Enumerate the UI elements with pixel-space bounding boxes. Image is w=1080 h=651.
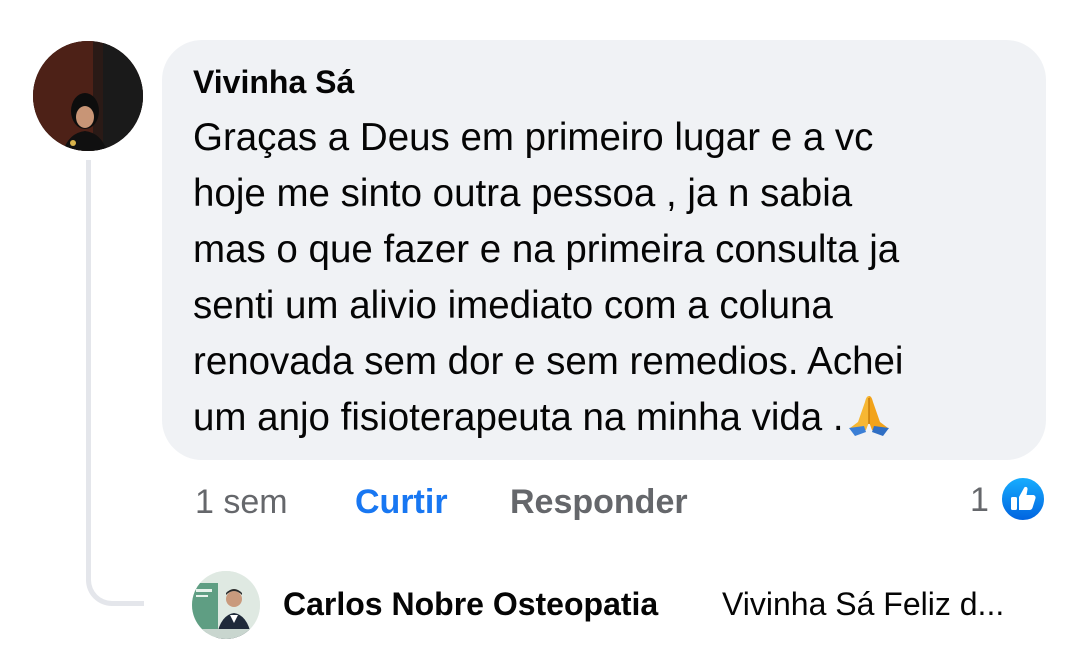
like-button[interactable]: Curtir	[355, 480, 448, 524]
folded-hands-icon	[846, 392, 892, 452]
comment-text-line: senti um alivio imediato com a coluna	[193, 284, 833, 327]
comment-text-line: um anjo fisioterapeuta na minha vida .	[193, 396, 844, 439]
comment-text-line: renovada sem dor e sem remedios. Achei	[193, 340, 904, 383]
avatar-photo	[33, 41, 143, 151]
comment-text-last-line: um anjo fisioterapeuta na minha vida .	[193, 390, 1023, 452]
reply-button[interactable]: Responder	[510, 480, 688, 524]
reply-avatar-photo	[192, 571, 260, 639]
reply-author-name[interactable]: Carlos Nobre Osteopatia	[283, 584, 658, 624]
comment-text-line: Graças a Deus em primeiro lugar e a vc	[193, 116, 874, 159]
comment-text-line: mas o que fazer e na primeira consulta j…	[193, 228, 900, 271]
avatar[interactable]	[33, 41, 143, 151]
comment-timestamp[interactable]: 1 sem	[195, 480, 288, 524]
reply-avatar[interactable]	[192, 571, 260, 639]
thread-connector-line	[86, 160, 144, 606]
like-thumb-icon[interactable]	[1000, 476, 1046, 522]
comment-author-name[interactable]: Vivinha Sá	[193, 62, 354, 102]
reply-preview-text[interactable]: Vivinha Sá Feliz d...	[722, 584, 1004, 624]
comment-text-line: hoje me sinto outra pessoa , ja n sabia	[193, 172, 853, 215]
reaction-count[interactable]: 1	[970, 478, 989, 522]
comment-text: Graças a Deus em primeiro lugar e a vc h…	[193, 110, 1023, 452]
